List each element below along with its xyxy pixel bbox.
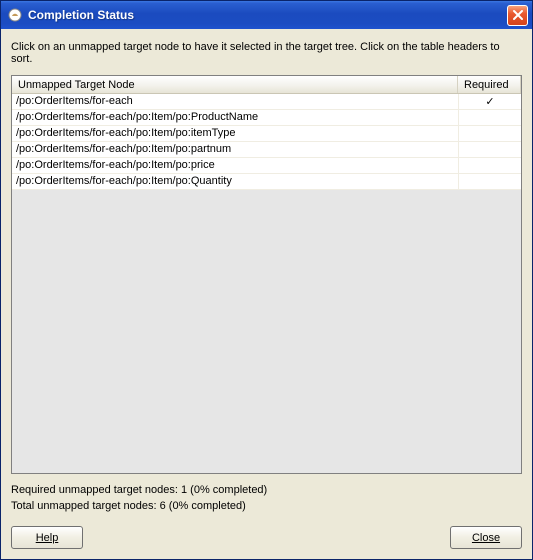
button-row: Help Close: [11, 526, 522, 549]
cell-node-path: /po:OrderItems/for-each/po:Item/po:price: [12, 158, 458, 173]
title-text: Completion Status: [28, 8, 507, 22]
instruction-text: Click on an unmapped target node to have…: [11, 41, 522, 65]
cell-required: [458, 158, 521, 173]
cell-required: [458, 174, 521, 189]
cell-node-path: /po:OrderItems/for-each: [12, 94, 458, 109]
cell-node-path: /po:OrderItems/for-each/po:Item/po:Produ…: [12, 110, 458, 125]
dialog-body: Click on an unmapped target node to have…: [1, 29, 532, 559]
table-row[interactable]: /po:OrderItems/for-each/po:Item/po:Quant…: [12, 174, 521, 190]
table-empty-area: [12, 190, 521, 473]
table-row[interactable]: /po:OrderItems/for-each/po:Item/po:partn…: [12, 142, 521, 158]
close-icon: [512, 9, 524, 21]
completion-status-dialog: Completion Status Click on an unmapped t…: [0, 0, 533, 560]
column-header-node[interactable]: Unmapped Target Node: [12, 76, 458, 93]
required-stats: Required unmapped target nodes: 1 (0% co…: [11, 482, 522, 498]
help-button[interactable]: Help: [11, 526, 83, 549]
cell-required: ✓: [458, 94, 521, 109]
table-row[interactable]: /po:OrderItems/for-each/po:Item/po:Produ…: [12, 110, 521, 126]
close-dialog-button[interactable]: Close: [450, 526, 522, 549]
total-stats: Total unmapped target nodes: 6 (0% compl…: [11, 498, 522, 514]
table-row[interactable]: /po:OrderItems/for-each/po:Item/po:itemT…: [12, 126, 521, 142]
cell-required: [458, 110, 521, 125]
cell-required: [458, 126, 521, 141]
cell-node-path: /po:OrderItems/for-each/po:Item/po:partn…: [12, 142, 458, 157]
app-icon: [7, 7, 23, 23]
unmapped-nodes-table: Unmapped Target Node Required /po:OrderI…: [11, 75, 522, 474]
close-label: Close: [472, 532, 500, 544]
titlebar: Completion Status: [1, 1, 532, 29]
cell-node-path: /po:OrderItems/for-each/po:Item/po:Quant…: [12, 174, 458, 189]
column-header-required[interactable]: Required: [458, 76, 521, 93]
cell-node-path: /po:OrderItems/for-each/po:Item/po:itemT…: [12, 126, 458, 141]
cell-required: [458, 142, 521, 157]
help-label: Help: [36, 532, 59, 544]
table-body: /po:OrderItems/for-each✓/po:OrderItems/f…: [12, 94, 521, 190]
table-row[interactable]: /po:OrderItems/for-each/po:Item/po:price: [12, 158, 521, 174]
table-header: Unmapped Target Node Required: [12, 76, 521, 94]
table-row[interactable]: /po:OrderItems/for-each✓: [12, 94, 521, 110]
stats-block: Required unmapped target nodes: 1 (0% co…: [11, 482, 522, 514]
close-button[interactable]: [507, 5, 528, 26]
